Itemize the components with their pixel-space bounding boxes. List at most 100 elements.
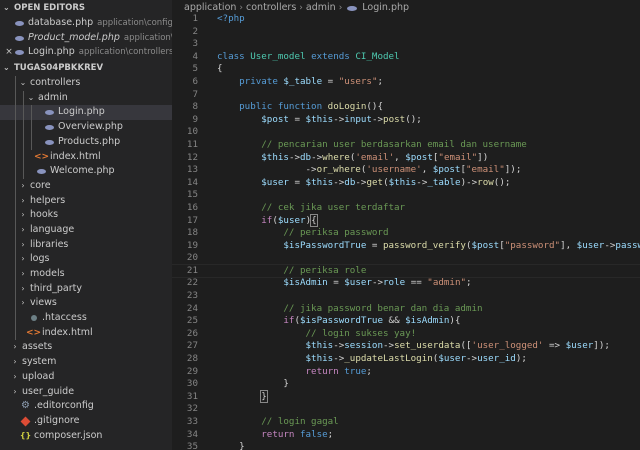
folder-item[interactable]: › upload [0,370,172,385]
code-text: $post = $this->input->post(); [217,114,640,127]
code-token: class [217,50,251,62]
php-file-icon [36,167,47,177]
code-text: public function doLogin(){ [217,101,640,114]
code-line[interactable]: 28 $this->_updateLastLogin($user->user_i… [172,353,640,366]
folder-item[interactable]: › language [0,222,172,238]
file-item[interactable]: {} composer.json [0,429,172,444]
code-line[interactable]: 29 return true; [172,366,640,379]
code-line[interactable]: 6 private $_table = "users"; [172,76,640,89]
code-line[interactable]: 5{ [172,63,640,76]
code-line[interactable]: 20 [172,252,640,265]
code-line[interactable]: 34 return false; [172,429,640,442]
code-editor[interactable]: 1 <?php 2 3 4 class User_model extends CI_Mod… [172,13,640,450]
open-editor-item[interactable]: Product_model.phpapplication\m... [0,31,172,46]
line-number: 26 [186,327,198,339]
code-line[interactable]: 12 $this->db->where('email', $post["emai… [172,152,640,165]
folder-item[interactable]: › user_guide [0,385,172,400]
indent-guide [15,325,16,341]
code-line[interactable]: 7 [172,89,640,102]
code-token: ]); [504,164,522,176]
code-token: { [310,213,318,227]
chevron-right-icon: › [13,386,17,396]
code-line[interactable]: 35 } [172,441,640,450]
folder-item[interactable]: ⌄ admin [0,90,172,106]
code-line[interactable]: 27 $this->session->set_userdata(['user_l… [172,340,640,353]
code-token: db [344,176,356,188]
project-header[interactable]: ⌄ TUGAS04PBKKREV [0,60,172,76]
code-text: // login gagal [217,416,640,429]
file-item[interactable]: <> index.html [0,149,172,165]
folder-item[interactable]: › helpers [0,193,172,209]
code-line[interactable]: 15 [172,189,640,202]
file-item[interactable]: Overview.php [0,120,172,135]
code-text: class User_model extends CI_Model [217,51,640,64]
git-file-icon [20,416,31,426]
folder-item[interactable]: › logs [0,252,172,267]
code-line[interactable]: 3 [172,38,640,51]
indent-guide [15,311,16,326]
open-editors-list: database.php application\config Product_mo… [0,16,172,60]
code-line[interactable]: 9 $post = $this->input->post(); [172,114,640,127]
code-token: )-> [460,176,478,188]
open-editor-item[interactable]: × Login.phpapplication\controllers\a... [0,45,172,60]
code-line[interactable]: 19 $isPasswordTrue = password_verify($po… [172,240,640,253]
folder-item[interactable]: › assets [0,340,172,355]
file-item[interactable]: <> index.html [0,325,172,341]
code-token: = [288,113,306,125]
code-line[interactable]: 17 if($user){ [172,213,640,228]
folder-item[interactable]: › core [0,178,172,194]
code-line[interactable]: 26 // login sukses yay! [172,328,640,341]
code-token: (); [493,176,511,188]
code-token: password_verify [382,239,466,251]
folder-item[interactable]: › models [0,267,172,282]
code-token: ; [466,277,472,289]
code-line[interactable]: 33 // login gagal [172,416,640,429]
code-line[interactable]: 2 [172,26,640,39]
folder-item[interactable]: › views [0,296,172,312]
code-line[interactable]: 30 } [172,378,640,391]
close-icon[interactable]: × [4,45,14,60]
code-line[interactable]: 21 // periksa role [172,263,640,279]
code-line[interactable]: 11 // pencarian user berdasarkan email d… [172,139,640,152]
folder-item[interactable]: ⌄ controllers [0,76,172,91]
open-editors-header[interactable]: ⌄ OPEN EDITORS [0,0,172,16]
file-item[interactable]: .gitignore [0,414,172,429]
code-text: { [217,63,640,76]
code-line[interactable]: 13 ->or_where('username', $post["email"]… [172,164,640,177]
code-line[interactable]: 31 } [172,389,640,404]
line-number: 32 [186,403,198,415]
code-token: false [300,428,328,440]
code-line[interactable]: 4 class User_model extends CI_Model [172,51,640,64]
line-number: 8 [192,101,198,113]
code-line[interactable]: 32 [172,403,640,416]
code-line[interactable]: 23 [172,290,640,303]
code-token: $isAdmin [283,277,328,289]
file-item[interactable]: Products.php [0,134,172,150]
folder-item[interactable]: › hooks [0,208,172,223]
indent-guide [23,134,24,150]
code-line[interactable]: 18 // periksa password [172,227,640,240]
code-token: -> [416,176,428,188]
open-editor-item[interactable]: database.php application\config [0,16,172,31]
line-number: 3 [192,38,198,50]
file-item[interactable]: Welcome.php [0,164,172,179]
code-line[interactable]: 22 $isAdmin = $user->role == "admin"; [172,277,640,290]
code-line[interactable]: 25 if($isPasswordTrue && $isAdmin){ [172,315,640,328]
php-file-icon [44,108,55,118]
code-line[interactable]: 1 <?php [172,13,640,26]
folder-item[interactable]: › system [0,355,172,370]
code-line[interactable]: 8 public function doLogin(){ [172,101,640,114]
file-item[interactable]: ⚙ .editorconfig [0,399,172,414]
folder-item[interactable]: › third_party [0,281,172,297]
code-line[interactable]: 24 // jika password benar dan dia admin [172,303,640,316]
folder-item[interactable]: › libraries [0,237,172,253]
code-line[interactable]: 16 // cek jika user terdaftar [172,202,640,215]
file-item[interactable]: .htaccess [0,311,172,326]
code-line[interactable]: 10 [172,126,640,139]
file-item[interactable]: Login.php [0,105,172,121]
code-line[interactable]: 14 $user = $this->db->get($this->_table)… [172,177,640,190]
chevron-right-icon: › [21,298,25,308]
